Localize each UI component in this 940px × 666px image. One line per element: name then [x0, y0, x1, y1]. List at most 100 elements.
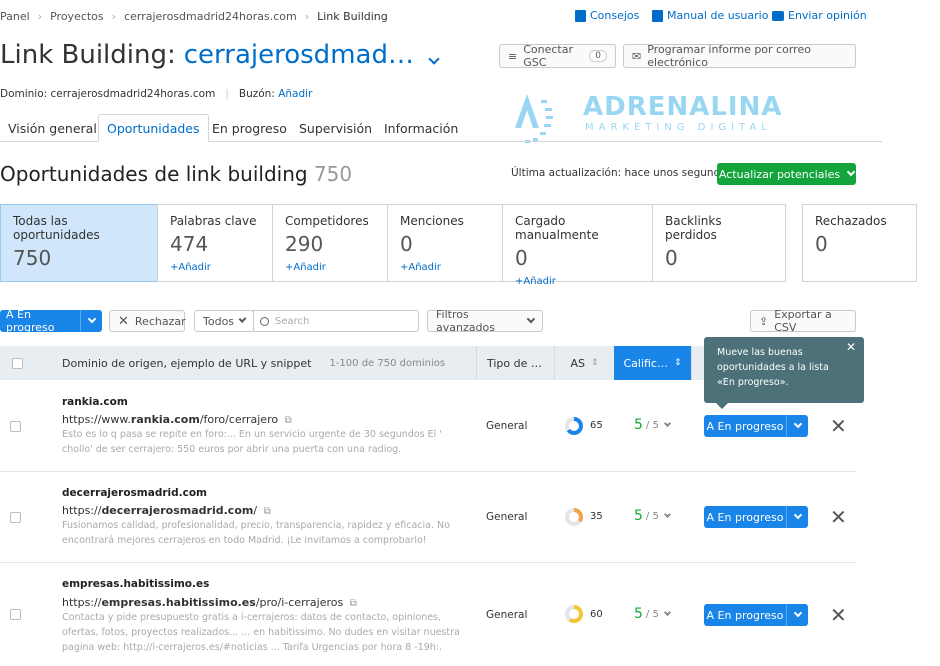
col-as[interactable]: AS ⇕	[554, 346, 614, 380]
row-as: 35	[590, 511, 603, 522]
dismiss-icon[interactable]: ✕	[830, 603, 847, 627]
card-mentions[interactable]: Menciones 0 +Añadir	[387, 204, 503, 282]
tab-in-progress[interactable]: En progreso	[204, 114, 295, 142]
range-label: 1-100 de 750 dominios	[329, 357, 446, 369]
row-checkbox[interactable]	[10, 421, 21, 432]
filter-select[interactable]: Todos	[194, 310, 254, 332]
card-rejected[interactable]: Rechazados 0	[802, 204, 917, 282]
row-as: 65	[590, 420, 603, 431]
dismiss-icon[interactable]: ✕	[830, 414, 847, 438]
breadcrumb-projects[interactable]: Proyectos	[50, 10, 104, 23]
chevron-down-icon	[663, 510, 671, 518]
header-checkbox-cell	[0, 346, 34, 380]
chevron-down-icon[interactable]	[786, 506, 808, 528]
select-all-checkbox[interactable]	[11, 357, 23, 369]
as-donut-chart	[565, 508, 583, 526]
card-value: 750	[13, 246, 52, 270]
card-all[interactable]: Todas las oportunidades 750	[0, 204, 158, 282]
last-update: Última actualización: hace unos segundos	[511, 167, 733, 179]
book-icon	[575, 9, 586, 22]
title-prefix: Link Building:	[0, 40, 176, 70]
page-title: Link Building: cerrajerosdmad…	[0, 40, 440, 70]
card-add-link[interactable]: +Añadir	[400, 262, 490, 273]
export-csv-button[interactable]: ⇪ Exportar a CSV	[750, 308, 856, 334]
external-link-icon[interactable]: ⧉	[264, 506, 271, 517]
mailbox-label: Buzón: Añadir	[238, 88, 313, 100]
feedback-link[interactable]: Enviar opinión	[772, 9, 867, 22]
row-domain[interactable]: decerrajerosmadrid.com	[62, 487, 207, 499]
card-value: 0	[815, 232, 828, 256]
external-link-icon[interactable]: ⧉	[285, 415, 292, 426]
tab-monitoring[interactable]: Supervisión	[291, 114, 380, 142]
col-source: Dominio de origen, ejemplo de URL y snip…	[34, 346, 476, 380]
row-type: General	[486, 420, 528, 432]
breadcrumb-domain[interactable]: cerrajerosdmadrid24horas.com	[124, 10, 297, 23]
row-checkbox[interactable]	[10, 512, 21, 523]
move-to-progress-button[interactable]: A En progreso	[0, 308, 102, 334]
row-url[interactable]: https://decerrajerosmadrid.com/ ⧉	[62, 504, 271, 517]
search-placeholder: Search	[275, 315, 310, 327]
row-rating[interactable]: 5 / 5	[634, 508, 671, 524]
card-value: 290	[285, 232, 324, 256]
divider: |	[225, 88, 229, 100]
row-progress-button[interactable]: A En progreso	[704, 415, 808, 437]
row-url[interactable]: https://empresas.habitissimo.es/pro/i-ce…	[62, 596, 357, 609]
row-rating[interactable]: 5 / 5	[634, 606, 671, 622]
col-type[interactable]: Tipo de …	[476, 346, 554, 380]
card-value: 474	[170, 232, 209, 256]
row-domain[interactable]: empresas.habitissimo.es	[62, 578, 209, 590]
row-snippet: Contacta y pide presupuesto gratis a i-c…	[62, 612, 460, 653]
card-lost-backlinks[interactable]: Backlinks perdidos 0	[652, 204, 786, 282]
close-icon[interactable]: ✕	[846, 340, 856, 355]
row-rating[interactable]: 5 / 5	[634, 417, 671, 433]
card-label: Rechazados	[815, 214, 887, 228]
chevron-down-icon[interactable]	[80, 310, 102, 332]
manual-link[interactable]: Manual de usuario	[652, 9, 768, 22]
tab-opportunities[interactable]: Oportunidades	[98, 114, 209, 142]
card-label: Menciones	[400, 214, 464, 228]
domain-info: Dominio: cerrajerosdmadrid24horas.com | …	[0, 88, 312, 100]
reject-button[interactable]: ✕ Rechazar	[109, 310, 186, 332]
chevron-down-icon[interactable]	[428, 40, 440, 70]
row-checkbox[interactable]	[10, 609, 21, 620]
card-add-link[interactable]: +Añadir	[170, 262, 260, 273]
col-rating[interactable]: Calific… ⇕	[614, 346, 691, 380]
card-competitors[interactable]: Competidores 290 +Añadir	[272, 204, 388, 282]
sort-icon: ⇕	[673, 358, 682, 368]
row-url[interactable]: https://www.rankia.com/foro/cerrajero ⧉	[62, 413, 292, 426]
tab-information[interactable]: Información	[376, 114, 466, 142]
card-add-link[interactable]: +Añadir	[285, 262, 375, 273]
external-link-icon[interactable]: ⧉	[350, 598, 357, 609]
schedule-report-button[interactable]: ✉ Programar informe por correo electróni…	[623, 43, 856, 69]
chevron-down-icon[interactable]	[786, 604, 808, 626]
card-manual[interactable]: Cargado manualmente 0 +Añadir	[502, 204, 653, 287]
card-add-link[interactable]: +Añadir	[515, 276, 640, 287]
table-row: decerrajerosmadrid.com https://decerraje…	[0, 472, 856, 563]
row-progress-button[interactable]: A En progreso	[704, 506, 808, 528]
row-type: General	[486, 609, 528, 621]
row-domain[interactable]: rankia.com	[62, 396, 128, 408]
connect-gsc-button[interactable]: ≡ Conectar GSC 0	[499, 43, 616, 69]
breadcrumb-separator: ›	[37, 10, 43, 23]
advanced-filters-button[interactable]: Filtros avanzados	[427, 308, 543, 334]
row-progress-button[interactable]: A En progreso	[704, 604, 808, 626]
tips-link[interactable]: Consejos	[575, 9, 639, 22]
breadcrumb-panel[interactable]: Panel	[0, 10, 30, 23]
breadcrumb: Panel › Proyectos › cerrajerosdmadrid24h…	[0, 10, 388, 23]
dismiss-icon[interactable]: ✕	[830, 505, 847, 529]
logo-icon	[515, 94, 553, 143]
title-domain[interactable]: cerrajerosdmad…	[184, 40, 414, 70]
tab-overview[interactable]: Visión general	[0, 114, 105, 142]
card-keywords[interactable]: Palabras clave 474 +Añadir	[157, 204, 273, 282]
breadcrumb-current: Link Building	[317, 10, 388, 23]
breadcrumb-separator: ›	[304, 10, 310, 23]
mail-icon: ✉	[632, 49, 642, 63]
search-input[interactable]: Search	[253, 310, 419, 332]
card-value: 0	[400, 232, 413, 256]
update-potentials-button[interactable]: Actualizar potenciales	[717, 163, 856, 185]
domain-line: Dominio: cerrajerosdmadrid24horas.com	[0, 88, 216, 100]
watermark-brand: ADRENALINA	[583, 92, 783, 122]
chevron-down-icon[interactable]	[786, 415, 808, 437]
chevron-down-icon	[663, 419, 671, 427]
mailbox-add-link[interactable]: Añadir	[278, 88, 312, 100]
